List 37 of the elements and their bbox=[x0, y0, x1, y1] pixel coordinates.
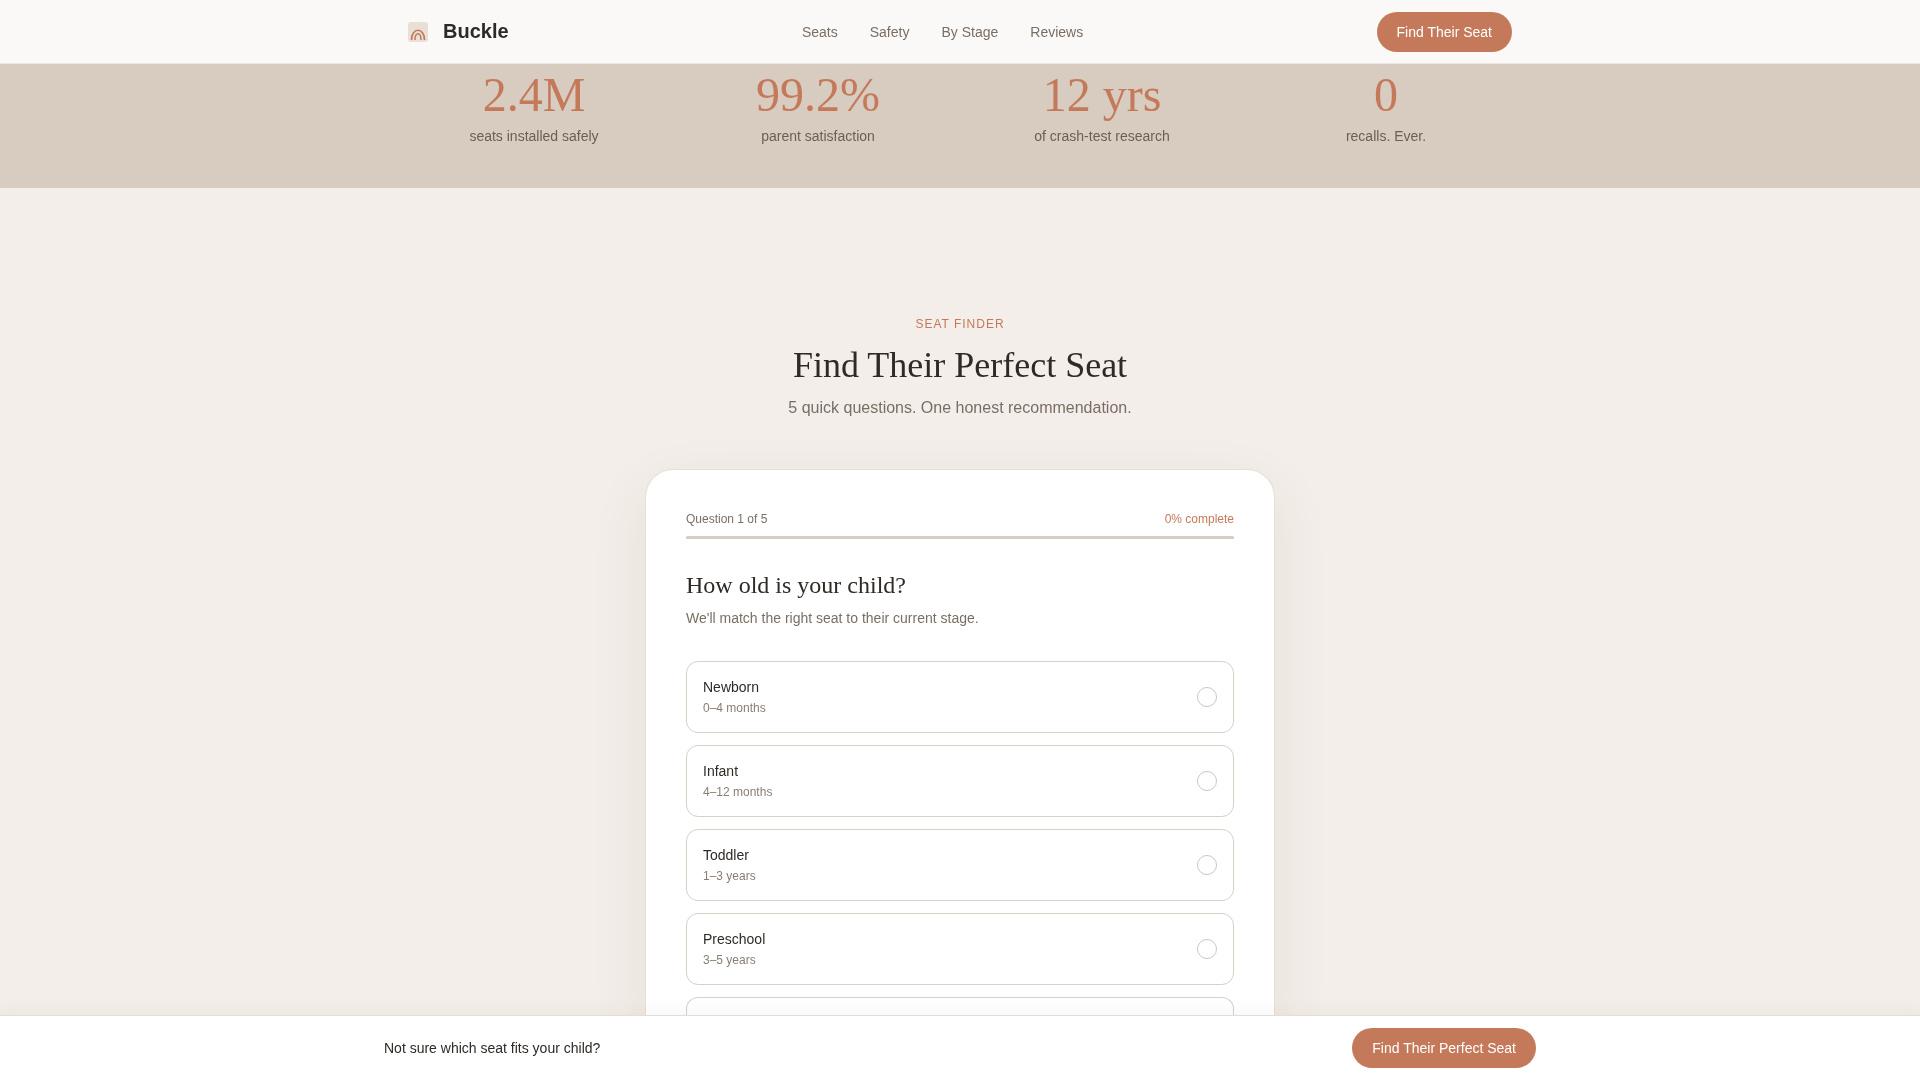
stat-value: 99.2% bbox=[755, 68, 881, 122]
arch-logo-icon bbox=[408, 21, 428, 42]
nav-link[interactable]: Safety bbox=[869, 23, 910, 40]
bottom-bar-text: Not sure which seat fits your child? bbox=[384, 1040, 601, 1056]
stat-label: of crash-test research bbox=[1033, 127, 1171, 146]
stat-value: 0 bbox=[1373, 68, 1399, 122]
question-hint: We'll match the right seat to their current stage. bbox=[686, 609, 980, 628]
stat-label: parent satisfaction bbox=[760, 127, 876, 146]
option-label: Toddler bbox=[703, 846, 750, 865]
option-detail: 3–5 years bbox=[703, 952, 757, 969]
nav-link[interactable]: Reviews bbox=[1030, 23, 1084, 40]
option-card[interactable]: Toddler 1–3 years bbox=[686, 829, 1234, 901]
option-card[interactable] bbox=[686, 997, 1234, 1015]
nav-link[interactable]: By Stage bbox=[941, 23, 999, 40]
question-title: How old is your child? bbox=[686, 571, 907, 600]
option-detail: 0–4 months bbox=[703, 700, 766, 717]
stat-label: seats installed safely bbox=[468, 127, 600, 146]
option-card[interactable]: Newborn 0–4 months bbox=[686, 661, 1234, 733]
option-label: Preschool bbox=[703, 930, 766, 949]
option-label: Newborn bbox=[703, 678, 761, 697]
stat-value: 2.4M bbox=[481, 68, 587, 122]
find-seat-button[interactable]: Find Their Seat bbox=[1376, 11, 1512, 52]
option-detail: 4–12 months bbox=[703, 784, 773, 801]
option-detail: 1–3 years bbox=[703, 868, 756, 885]
find-perfect-seat-button[interactable]: Find Their Perfect Seat bbox=[1352, 1028, 1536, 1068]
nav-link[interactable]: Seats bbox=[801, 23, 838, 40]
section-eyebrow: SEAT FINDER bbox=[914, 316, 1006, 333]
stat-value: 12 yrs bbox=[1041, 68, 1163, 122]
section-title: Find Their Perfect Seat bbox=[791, 344, 1129, 387]
option-label: Infant bbox=[703, 762, 740, 781]
option-card[interactable]: Preschool 3–5 years bbox=[686, 913, 1234, 985]
stat-label: recalls. Ever. bbox=[1344, 127, 1428, 146]
progress-percent: 0% complete bbox=[1164, 511, 1234, 528]
section-subtitle: 5 quick questions. One honest recommendation. bbox=[787, 398, 1133, 418]
question-counter: Question 1 of 5 bbox=[686, 511, 768, 528]
brand-name: Buckle bbox=[443, 20, 509, 43]
option-card[interactable]: Infant 4–12 months bbox=[686, 745, 1234, 817]
